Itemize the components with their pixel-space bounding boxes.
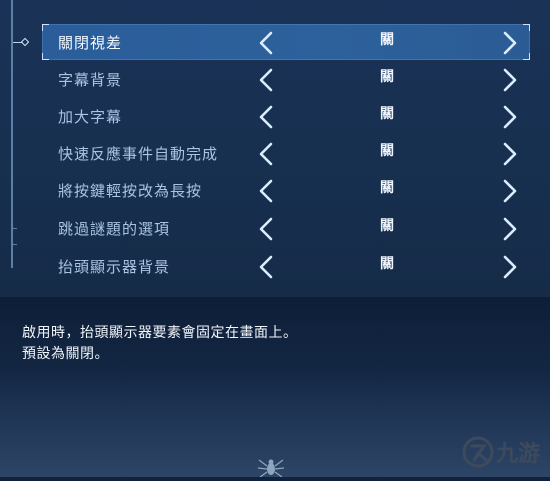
option-value: 關	[380, 256, 394, 272]
option-row-larger-subtitles[interactable]: 加大字幕 關	[42, 98, 530, 134]
selection-diamond-icon	[20, 37, 30, 47]
option-value: 關	[380, 180, 394, 196]
option-value: 關	[380, 218, 394, 234]
selection-corner	[523, 53, 530, 60]
option-value: 關	[380, 143, 394, 159]
chevron-right-icon[interactable]	[502, 30, 518, 56]
option-label: 快速反應事件自動完成	[58, 145, 219, 163]
settings-menu-panel: 關閉視差 關 字幕背景 關 加大字幕 關 快速反應事件自動完成 關 將按鍵輕按改…	[0, 0, 550, 297]
chevron-right-icon[interactable]	[502, 178, 518, 204]
chevron-left-icon[interactable]	[258, 104, 274, 130]
chevron-left-icon[interactable]	[258, 178, 274, 204]
option-value: 關	[380, 69, 394, 85]
option-label: 字幕背景	[58, 71, 123, 89]
chevron-right-icon[interactable]	[502, 254, 518, 280]
chevron-left-icon[interactable]	[258, 216, 274, 242]
selection-corner	[523, 24, 530, 31]
rail-dash	[11, 228, 17, 229]
chevron-right-icon[interactable]	[502, 67, 518, 93]
chevron-right-icon[interactable]	[502, 141, 518, 167]
chevron-left-icon[interactable]	[258, 141, 274, 167]
description-line: 啟用時，抬頭顯示器要素會固定在畫面上。	[22, 325, 298, 341]
chevron-left-icon[interactable]	[258, 254, 274, 280]
option-row-skip-puzzle[interactable]: 跳過謎題的選項 關	[42, 210, 530, 246]
chevron-left-icon[interactable]	[258, 67, 274, 93]
option-label: 關閉視差	[58, 34, 123, 52]
option-label: 將按鍵輕按改為長按	[58, 182, 203, 200]
watermark-text: 九游	[495, 441, 540, 467]
option-row-auto-complete-qte[interactable]: 快速反應事件自動完成 關	[42, 135, 530, 171]
option-label: 跳過謎題的選項	[58, 220, 171, 238]
chevron-right-icon[interactable]	[502, 104, 518, 130]
option-row-hud-background[interactable]: 抬頭顯示器背景 關	[42, 248, 530, 284]
description-line: 預設為關閉。	[22, 346, 109, 362]
selection-corner	[42, 24, 49, 31]
selection-corner	[42, 53, 49, 60]
spider-emblem-icon	[256, 455, 286, 478]
option-value: 關	[380, 106, 394, 122]
option-label: 抬頭顯示器背景	[58, 258, 171, 276]
option-value: 關	[380, 32, 394, 48]
option-row-disable-parallax[interactable]: 關閉視差 關	[42, 24, 530, 60]
chevron-left-icon[interactable]	[258, 30, 274, 56]
option-row-tap-to-hold[interactable]: 將按鍵輕按改為長按 關	[42, 172, 530, 208]
rail-dash	[11, 244, 17, 245]
option-row-subtitle-background[interactable]: 字幕背景 關	[42, 61, 530, 97]
option-label: 加大字幕	[58, 108, 123, 126]
watermark-logo: 九游	[462, 430, 548, 472]
chevron-right-icon[interactable]	[502, 216, 518, 242]
